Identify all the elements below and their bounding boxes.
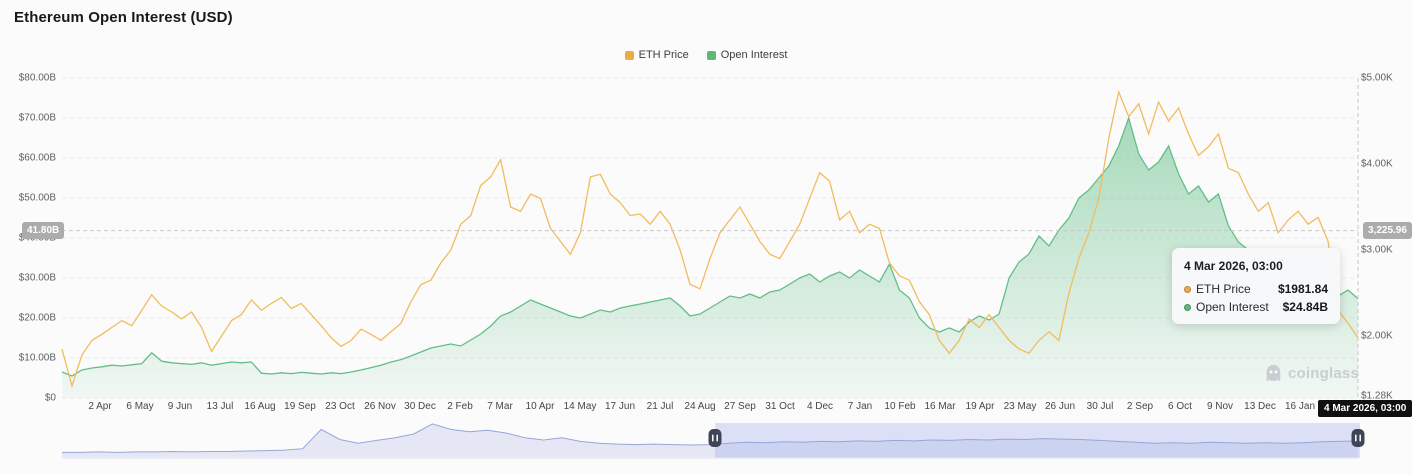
crosshair-left-axis-badge: 41.80B [22,222,64,239]
navigator-right-handle[interactable] [1352,429,1365,447]
coinglass-watermark: coinglass [1263,363,1359,384]
coinglass-ghost-icon [1263,363,1284,384]
open-interest-chart-app: Ethereum Open Interest (USD) ETH Price O… [0,0,1412,475]
tooltip-row-open-interest: Open Interest $24.84B [1184,300,1328,314]
range-navigator[interactable] [0,0,1412,475]
chart-tooltip: 4 Mar 2026, 03:00 ETH Price $1981.84 Ope… [1172,248,1340,324]
tooltip-series-value: $24.84B [1283,300,1328,314]
eth-price-dot-icon [1184,286,1191,293]
tooltip-row-eth-price: ETH Price $1981.84 [1184,282,1328,296]
navigator-left-handle[interactable] [709,429,722,447]
watermark-text: coinglass [1288,365,1359,382]
crosshair-right-axis-badge: 3,225.96 [1363,222,1412,239]
tooltip-series-label: Open Interest [1196,300,1283,314]
tooltip-series-label: ETH Price [1196,282,1278,296]
open-interest-dot-icon [1184,304,1191,311]
crosshair-date-badge: 4 Mar 2026, 03:00 [1318,400,1412,417]
tooltip-timestamp: 4 Mar 2026, 03:00 [1184,259,1328,273]
tooltip-series-value: $1981.84 [1278,282,1328,296]
